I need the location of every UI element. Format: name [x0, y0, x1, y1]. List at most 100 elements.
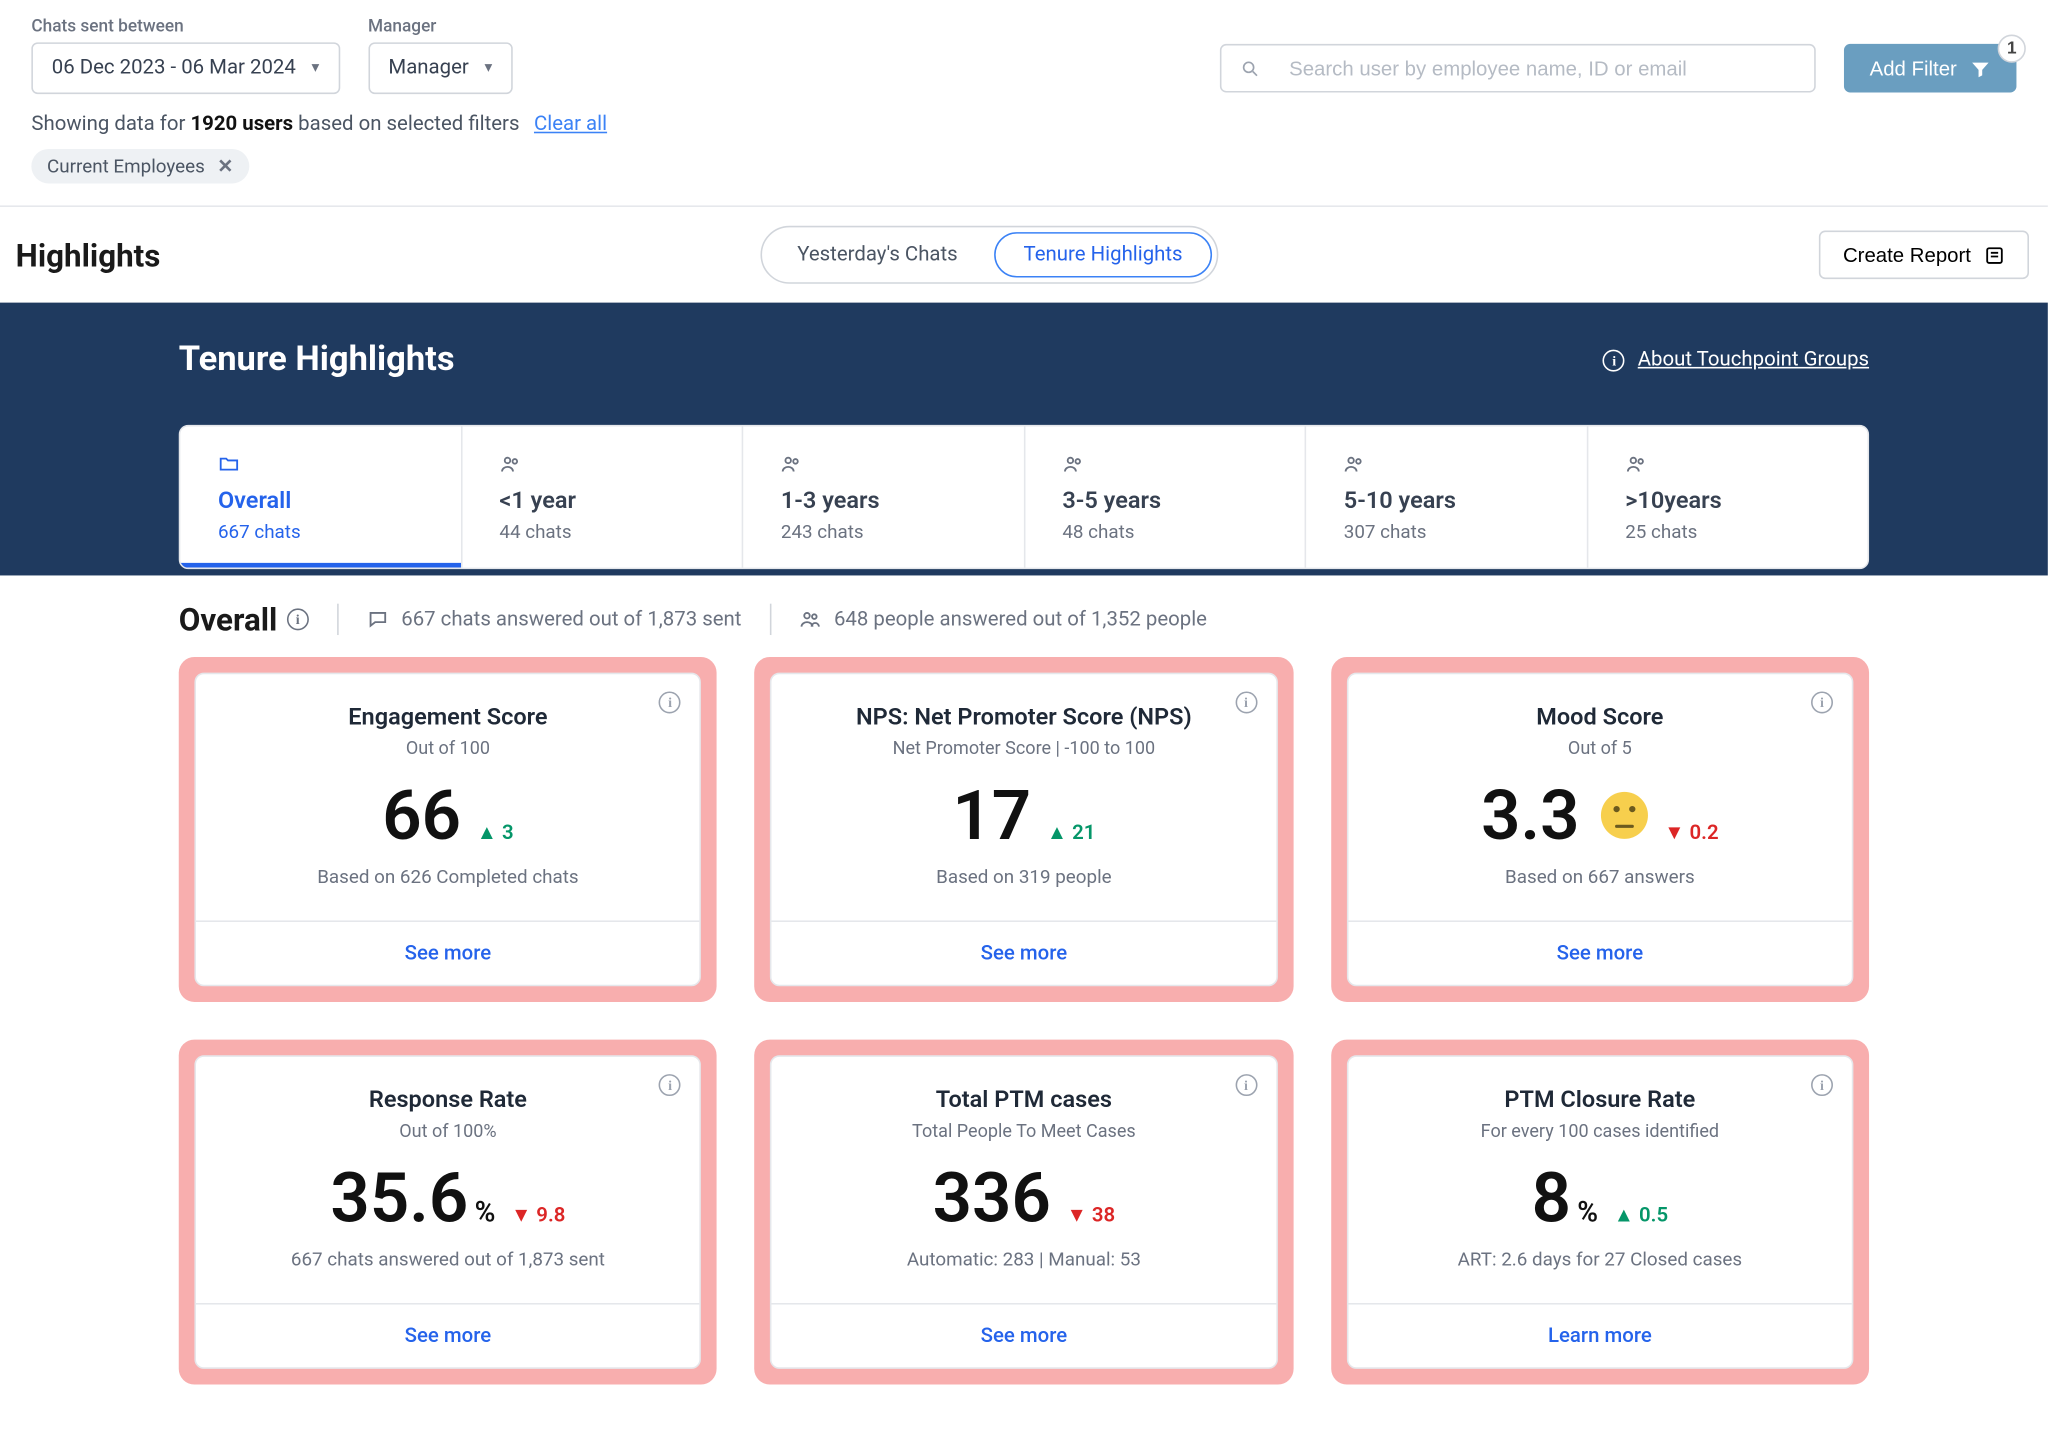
- tenure-tab[interactable]: Overall667 chats: [180, 426, 461, 567]
- tenure-tab[interactable]: >10years25 chats: [1588, 426, 1868, 567]
- metric-unit: %: [475, 1196, 496, 1229]
- folder-icon: [218, 452, 423, 477]
- highlight-mode-toggle: Yesterday's Chats Tenure Highlights: [761, 226, 1218, 284]
- metric-value: 8%: [1532, 1163, 1599, 1232]
- tenure-tab[interactable]: 5-10 years307 chats: [1306, 426, 1587, 567]
- see-more-link[interactable]: See more: [1557, 942, 1644, 966]
- add-filter-label: Add Filter: [1870, 56, 1957, 80]
- people-icon: [799, 608, 821, 630]
- metric-basis: Based on 319 people: [936, 866, 1112, 888]
- clear-all-link[interactable]: Clear all: [534, 113, 607, 137]
- metric-value: 336: [933, 1163, 1051, 1232]
- date-filter-value: 06 Dec 2023 - 06 Mar 2024: [52, 56, 296, 80]
- page-title: Highlights: [16, 236, 161, 274]
- tenure-tab[interactable]: <1 year 44 chats: [462, 426, 743, 567]
- info-icon[interactable]: i: [1235, 1073, 1257, 1097]
- tenure-tab-label: >10years: [1625, 486, 1830, 514]
- filter-chip-label: Current Employees: [47, 155, 205, 177]
- chats-stat-text: 667 chats answered out of 1,873 sent: [401, 608, 741, 632]
- tenure-tabs: Overall667 chats <1 year 44 chats 1-3 years…: [179, 425, 1869, 569]
- create-report-button[interactable]: Create Report: [1819, 230, 2029, 279]
- mood-face-icon: [1602, 792, 1649, 839]
- metric-title: Response Rate: [369, 1085, 527, 1113]
- metric-basis: Based on 626 Completed chats: [317, 866, 578, 888]
- manager-filter: Manager Manager ▾: [368, 16, 513, 94]
- overall-summary: Overall i 667 chats answered out of 1,87…: [179, 601, 1869, 639]
- see-more-link[interactable]: See more: [981, 942, 1068, 966]
- metric-card: iTotal PTM casesTotal People To Meet Cas…: [770, 1055, 1277, 1369]
- meta-prefix: Showing data for: [31, 113, 190, 137]
- info-icon[interactable]: i: [659, 1073, 681, 1097]
- manager-filter-select[interactable]: Manager ▾: [368, 42, 513, 94]
- info-icon[interactable]: i: [659, 690, 681, 714]
- date-filter-select[interactable]: 06 Dec 2023 - 06 Mar 2024 ▾: [31, 42, 339, 94]
- search-input-container[interactable]: [1220, 44, 1816, 93]
- metric-delta: ▲ 21: [1047, 820, 1096, 845]
- close-icon[interactable]: ✕: [217, 155, 233, 177]
- people-answered-stat: 648 people answered out of 1,352 people: [799, 608, 1206, 632]
- metric-card: iMood ScoreOut of 53.3▼ 0.2Based on 667 …: [1346, 673, 1853, 987]
- tenure-tab[interactable]: 3-5 years 48 chats: [1025, 426, 1306, 567]
- metric-value: 66: [382, 781, 461, 850]
- metric-subtitle: Total People To Meet Cases: [912, 1120, 1136, 1142]
- add-filter-button[interactable]: Add Filter 1: [1845, 44, 2017, 93]
- see-more-link[interactable]: See more: [405, 942, 492, 966]
- metric-delta: ▲ 0.5: [1614, 1203, 1668, 1228]
- meta-suffix: based on selected filters: [293, 113, 519, 137]
- overall-title-row: Overall i: [179, 601, 309, 639]
- metric-card: iResponse RateOut of 100%35.6%▼ 9.8667 c…: [194, 1055, 701, 1369]
- tenure-tab-sub: 243 chats: [781, 521, 986, 543]
- manager-filter-value: Manager: [388, 56, 468, 80]
- filters-meta: Showing data for 1920 users based on sel…: [31, 113, 2016, 137]
- date-filter: Chats sent between 06 Dec 2023 - 06 Mar …: [31, 16, 339, 94]
- chats-answered-stat: 667 chats answered out of 1,873 sent: [367, 608, 742, 632]
- about-touchpoint-link[interactable]: About Touchpoint Groups: [1638, 348, 1869, 372]
- people-icon: [1344, 452, 1549, 477]
- people-icon: [781, 452, 986, 477]
- info-icon[interactable]: i: [1811, 690, 1833, 714]
- filters-bar: Chats sent between 06 Dec 2023 - 06 Mar …: [0, 0, 2048, 207]
- tenure-tab-sub: 48 chats: [1062, 521, 1267, 543]
- tenure-tab-label: 1-3 years: [781, 486, 986, 514]
- metric-card: iEngagement ScoreOut of 10066▲ 3Based on…: [194, 673, 701, 987]
- metric-subtitle: Net Promoter Score | -100 to 100: [893, 737, 1156, 759]
- card-highlight: iEngagement ScoreOut of 10066▲ 3Based on…: [179, 657, 717, 1002]
- see-more-link[interactable]: See more: [981, 1325, 1068, 1349]
- metric-delta: ▼ 9.8: [511, 1203, 565, 1228]
- info-icon: i: [1603, 349, 1625, 371]
- pill-yesterdays-chats[interactable]: Yesterday's Chats: [767, 232, 987, 277]
- band-title: Tenure Highlights: [179, 340, 455, 379]
- search-input[interactable]: [1289, 56, 1796, 80]
- tenure-tab-sub: 44 chats: [499, 521, 704, 543]
- info-icon[interactable]: i: [1811, 1073, 1833, 1097]
- card-highlight: iNPS: Net Promoter Score (NPS)Net Promot…: [755, 657, 1293, 1002]
- metric-value: 17: [952, 781, 1031, 850]
- tenure-tab[interactable]: 1-3 years 243 chats: [743, 426, 1024, 567]
- pill-tenure-highlights[interactable]: Tenure Highlights: [994, 232, 1213, 277]
- see-more-link[interactable]: Learn more: [1548, 1325, 1652, 1349]
- meta-count: 1920 users: [190, 113, 293, 137]
- create-report-label: Create Report: [1843, 243, 1971, 267]
- metric-subtitle: For every 100 cases identified: [1481, 1120, 1719, 1142]
- metric-basis: Based on 667 answers: [1505, 866, 1695, 888]
- metric-delta: ▼ 0.2: [1664, 820, 1718, 845]
- report-icon: [1984, 244, 2006, 266]
- info-icon[interactable]: i: [1235, 690, 1257, 714]
- info-icon[interactable]: i: [287, 608, 309, 630]
- metric-basis: 667 chats answered out of 1,873 sent: [291, 1248, 605, 1270]
- filter-chip[interactable]: Current Employees ✕: [31, 149, 248, 183]
- manager-filter-label: Manager: [368, 16, 513, 36]
- people-icon: [1062, 452, 1267, 477]
- metric-value: 35.6%: [330, 1163, 495, 1232]
- metric-unit: %: [1577, 1196, 1598, 1229]
- metric-cards-grid: iEngagement ScoreOut of 10066▲ 3Based on…: [179, 657, 1869, 1416]
- tenure-tab-label: <1 year: [499, 486, 704, 514]
- metric-card: iPTM Closure RateFor every 100 cases ide…: [1346, 1055, 1853, 1369]
- tenure-tab-label: 5-10 years: [1344, 486, 1549, 514]
- see-more-link[interactable]: See more: [405, 1325, 492, 1349]
- card-highlight: iMood ScoreOut of 53.3▼ 0.2Based on 667 …: [1331, 657, 1869, 1002]
- people-icon: [1625, 452, 1830, 477]
- tenure-tab-label: 3-5 years: [1062, 486, 1267, 514]
- date-filter-label: Chats sent between: [31, 16, 339, 36]
- people-stat-text: 648 people answered out of 1,352 people: [834, 608, 1207, 632]
